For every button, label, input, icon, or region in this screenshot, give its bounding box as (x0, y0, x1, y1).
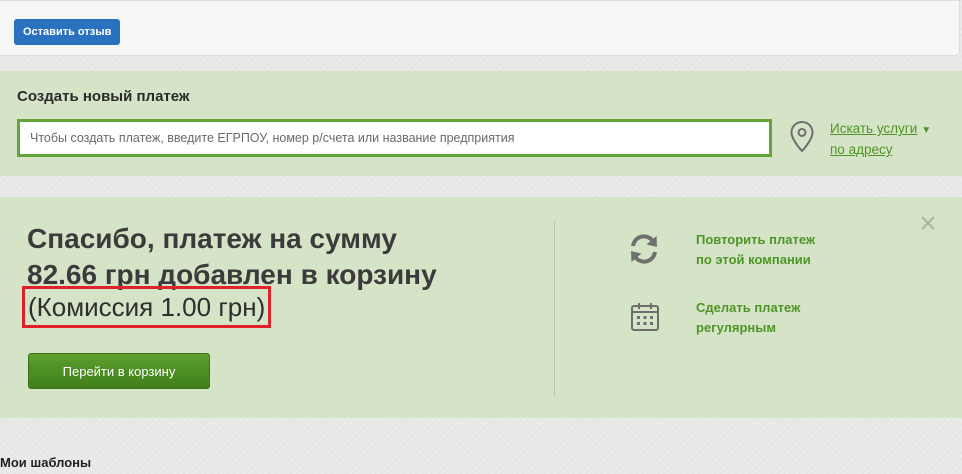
close-icon[interactable] (918, 213, 938, 233)
regular-payment-link[interactable]: Сделать платеж регулярным (696, 298, 856, 338)
create-payment-panel: Создать новый платеж Искать услуги ▼ по а… (0, 71, 962, 176)
leave-review-button[interactable]: Оставить отзыв (14, 19, 121, 45)
create-payment-title: Создать новый платеж (17, 88, 190, 105)
commission-text: (Комиссия 1.00 грн) (22, 286, 272, 328)
regular-payment-line2[interactable]: регулярным (696, 320, 776, 335)
search-by-address-line2[interactable]: по адресу (830, 142, 892, 157)
go-to-cart-button[interactable]: Перейти в корзину (28, 353, 210, 389)
payment-success-panel: Спасибо, платеж на сумму 82.66 грн добав… (0, 197, 962, 418)
refresh-icon[interactable] (627, 232, 661, 266)
repeat-payment-link[interactable]: Повторить платеж по этой компании (696, 230, 856, 270)
my-templates-title: Мои шаблоны (0, 455, 92, 470)
map-pin-icon[interactable] (788, 119, 816, 155)
repeat-payment-line2[interactable]: по этой компании (696, 252, 811, 267)
success-message: Спасибо, платеж на сумму 82.66 грн добав… (27, 221, 527, 293)
repeat-payment-line1[interactable]: Повторить платеж (696, 232, 815, 247)
success-line-1: Спасибо, платеж на сумму (27, 223, 397, 254)
regular-payment-line1[interactable]: Сделать платеж (696, 300, 800, 315)
search-by-address-line1[interactable]: Искать услуги (830, 121, 917, 136)
calendar-icon[interactable] (628, 300, 662, 334)
panel-divider (554, 221, 555, 397)
search-by-address-link[interactable]: Искать услуги ▼ по адресу (830, 119, 931, 159)
chevron-down-icon[interactable]: ▼ (921, 125, 931, 136)
review-bar: Оставить отзыв (0, 0, 960, 56)
payment-search-input[interactable] (17, 119, 772, 157)
